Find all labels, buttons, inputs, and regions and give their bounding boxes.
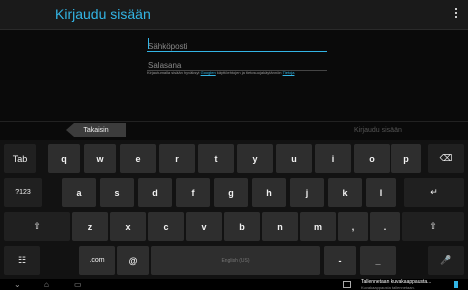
key-d[interactable]: d <box>138 178 172 207</box>
shift-icon[interactable]: ⇧ <box>4 212 70 241</box>
key-p[interactable]: p <box>391 144 421 173</box>
back-nav-icon[interactable]: ⌄ <box>14 280 21 289</box>
settings-icon[interactable]: ☷ <box>4 246 40 275</box>
key-space[interactable]: English (US) <box>151 246 320 275</box>
key-g[interactable]: g <box>214 178 248 207</box>
key-q[interactable]: q <box>48 144 80 173</box>
login-button[interactable]: Kirjaudu sisään <box>354 127 402 134</box>
key-f[interactable]: f <box>176 178 210 207</box>
key-n[interactable]: n <box>262 212 298 241</box>
battery-icon <box>454 281 458 288</box>
key-j[interactable]: j <box>290 178 324 207</box>
key-i[interactable]: i <box>315 144 351 173</box>
home-icon[interactable]: ⌂ <box>44 280 49 289</box>
key-w[interactable]: w <box>84 144 116 173</box>
password-field-wrapper <box>147 55 329 73</box>
enter-icon[interactable]: ↵ <box>404 178 464 207</box>
overflow-menu-icon[interactable] <box>454 8 458 20</box>
key-t[interactable]: t <box>198 144 234 173</box>
key-r[interactable]: r <box>159 144 195 173</box>
back-button[interactable]: Takaisin <box>66 123 126 137</box>
key-a[interactable]: a <box>62 178 96 207</box>
key-tab[interactable]: Tab <box>4 144 36 173</box>
key-k[interactable]: k <box>328 178 362 207</box>
key-c[interactable]: c <box>148 212 184 241</box>
key-y[interactable]: y <box>237 144 273 173</box>
key-dotcom[interactable]: .com <box>79 246 115 275</box>
screenshot-icon <box>343 281 351 288</box>
key-o[interactable]: o <box>354 144 390 173</box>
terms-link-privacy[interactable]: Tietoja <box>283 70 295 75</box>
recent-apps-icon[interactable]: ▭ <box>74 280 82 289</box>
system-nav-bar: ⌄ ⌂ ▭ Tallennetaan kuvakaappausta... Kuv… <box>0 279 468 290</box>
email-field-wrapper <box>147 36 329 54</box>
microphone-icon[interactable]: 🎤 <box>428 246 464 275</box>
shift-icon-right[interactable]: ⇧ <box>402 212 464 241</box>
key-x[interactable]: x <box>110 212 146 241</box>
key-at[interactable]: @ <box>117 246 149 275</box>
key-period[interactable]: . <box>370 212 400 241</box>
action-bar: Kirjaudu sisään <box>0 0 468 30</box>
buttonbar-divider <box>0 121 468 122</box>
backspace-icon[interactable]: ⌫ <box>428 144 464 173</box>
key-l[interactable]: l <box>366 178 396 207</box>
soft-keyboard: Tab q w e r t y u i o p ⌫ ?123 a s d f g… <box>0 140 468 279</box>
terms-text-part: Kirjautumalla sisään hyväksyt <box>147 70 201 75</box>
key-z[interactable]: z <box>72 212 108 241</box>
text-cursor <box>148 38 149 49</box>
terms-link-google[interactable]: Googlen <box>201 70 216 75</box>
terms-text-part: käyttöehtojen ja tietosuojakäytännön <box>215 70 282 75</box>
action-bar-divider <box>0 29 468 30</box>
key-v[interactable]: v <box>186 212 222 241</box>
page-title: Kirjaudu sisään <box>55 6 151 22</box>
key-s[interactable]: s <box>100 178 134 207</box>
key-u[interactable]: u <box>276 144 312 173</box>
key-symbols[interactable]: ?123 <box>4 178 42 207</box>
key-comma[interactable]: , <box>338 212 368 241</box>
key-m[interactable]: m <box>300 212 336 241</box>
key-b[interactable]: b <box>224 212 260 241</box>
key-dash[interactable]: - <box>324 246 356 275</box>
email-field-underline <box>147 51 327 52</box>
key-e[interactable]: e <box>120 144 156 173</box>
key-h[interactable]: h <box>252 178 286 207</box>
terms-text: Kirjautumalla sisään hyväksyt Googlen kä… <box>147 70 327 75</box>
key-underscore[interactable]: _ <box>360 246 396 275</box>
notification-subtitle: Kuvakaappausta tallennetaan. <box>361 285 415 290</box>
